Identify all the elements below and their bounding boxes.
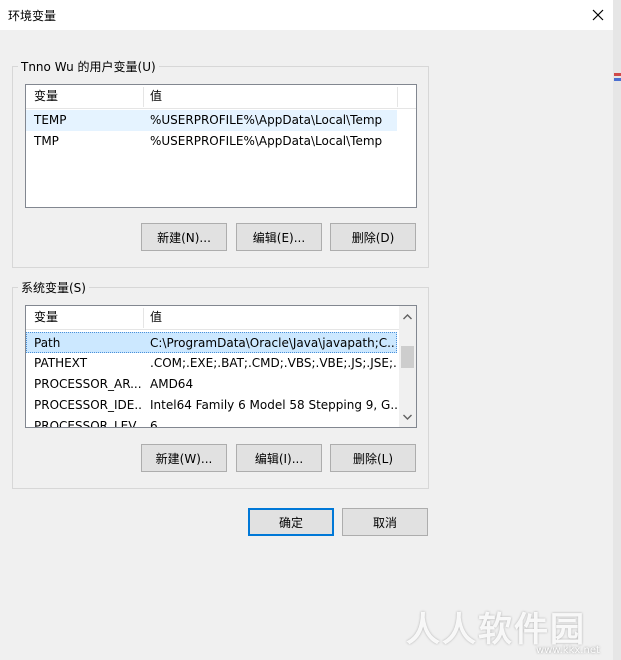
environment-variables-dialog: 环境变量 Tnno Wu 的用户变量(U) 变量 值 TEMP %USERPRO… [0, 0, 613, 660]
user-list-header: 变量 值 [26, 85, 416, 109]
table-row[interactable]: PROCESSOR_IDE... Intel64 Family 6 Model … [26, 395, 397, 416]
variable-name: PROCESSOR_IDE... [34, 398, 143, 412]
user-variables-legend: Tnno Wu 的用户变量(U) [18, 58, 159, 75]
table-row[interactable]: TMP %USERPROFILE%\AppData\Local\Temp [26, 131, 397, 152]
system-new-button[interactable]: 新建(W)... [141, 444, 227, 472]
variable-name: Path [34, 336, 61, 350]
close-icon [592, 9, 604, 21]
variable-name: PROCESSOR_LEV... [34, 419, 143, 428]
variable-value: %USERPROFILE%\AppData\Local\Temp [150, 134, 383, 148]
table-row[interactable]: PATHEXT .COM;.EXE;.BAT;.CMD;.VBS;.VBE;.J… [26, 353, 397, 374]
user-edit-button[interactable]: 编辑(E)... [236, 223, 322, 251]
column-header-name[interactable]: 变量 [28, 306, 143, 329]
title-bar: 环境变量 [0, 0, 613, 30]
table-row[interactable]: PROCESSOR_AR... AMD64 [26, 374, 397, 395]
column-divider[interactable] [397, 87, 398, 107]
variable-name: TMP [34, 134, 59, 148]
variable-value: AMD64 [150, 377, 194, 391]
ok-button[interactable]: 确定 [248, 508, 334, 536]
variable-name: PROCESSOR_AR... [34, 377, 142, 391]
variable-name: TEMP [34, 113, 67, 127]
variable-value: %USERPROFILE%\AppData\Local\Temp [150, 113, 383, 127]
variable-name: PATHEXT [34, 356, 88, 370]
variable-value: .COM;.EXE;.BAT;.CMD;.VBS;.VBE;.JS;.JSE;.… [150, 356, 397, 370]
system-delete-button[interactable]: 删除(L) [330, 444, 416, 472]
system-variables-legend: 系统变量(S) [18, 279, 89, 296]
variable-value: Intel64 Family 6 Model 58 Stepping 9, G.… [150, 398, 397, 412]
system-list-header: 变量 值 [26, 306, 399, 330]
column-header-value[interactable]: 值 [144, 306, 396, 329]
column-header-name[interactable]: 变量 [28, 85, 143, 108]
user-new-button[interactable]: 新建(N)... [141, 223, 227, 251]
background-decoration [614, 73, 621, 76]
watermark-url: www.kkx.net [536, 645, 600, 656]
close-button[interactable] [583, 0, 613, 30]
column-header-value[interactable]: 值 [144, 85, 396, 108]
window-title: 环境变量 [8, 9, 57, 23]
system-edit-button[interactable]: 编辑(I)... [236, 444, 322, 472]
system-variables-list[interactable]: 变量 值 Path C:\ProgramData\Oracle\Java\jav… [25, 305, 417, 428]
scroll-down-button[interactable] [399, 408, 416, 425]
background-decoration [614, 78, 621, 81]
table-row[interactable]: PROCESSOR_LEV... 6 [26, 416, 397, 428]
chevron-down-icon [403, 414, 412, 420]
user-variables-list[interactable]: 变量 值 TEMP %USERPROFILE%\AppData\Local\Te… [25, 84, 417, 208]
scroll-thumb[interactable] [401, 346, 414, 368]
variable-value: C:\ProgramData\Oracle\Java\javapath;C... [150, 336, 397, 350]
watermark-text: 人人软件园 [406, 610, 586, 650]
background-window-edge [613, 0, 621, 660]
table-row[interactable]: TEMP %USERPROFILE%\AppData\Local\Temp [26, 110, 397, 131]
variable-value: 6 [150, 419, 158, 428]
user-delete-button[interactable]: 删除(D) [330, 223, 416, 251]
chevron-up-icon [403, 313, 412, 319]
scroll-up-button[interactable] [399, 308, 416, 325]
table-row-selected[interactable]: Path C:\ProgramData\Oracle\Java\javapath… [26, 332, 397, 353]
system-list-scrollbar[interactable] [399, 306, 416, 427]
cancel-button[interactable]: 取消 [342, 508, 428, 536]
